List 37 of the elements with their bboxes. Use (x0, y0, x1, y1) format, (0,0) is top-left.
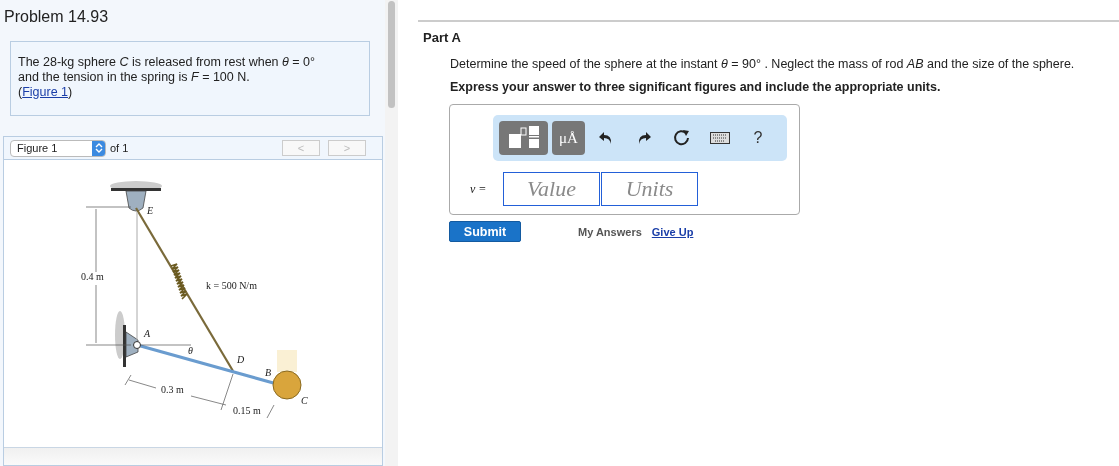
figure-label: D (237, 354, 245, 365)
parenthesis: ( (18, 85, 23, 99)
statement-text: The 28-kg sphere C is released from rest when θ = 0° (18, 55, 316, 70)
chevron-icon (92, 140, 105, 156)
keyboard-icon (710, 132, 730, 144)
figure-label: 0.3 m (161, 384, 184, 395)
redo-icon (636, 131, 652, 145)
problem-title: Problem 14.93 (3, 7, 110, 27)
figure-link[interactable]: Figure 1 (22, 85, 69, 99)
undo-icon (598, 131, 614, 145)
value-field[interactable]: Value (503, 172, 600, 206)
figure-label: B (265, 367, 272, 378)
part-title: Part A (423, 30, 462, 45)
units-field[interactable]: Units (601, 172, 698, 206)
give-up-link[interactable]: Give Up (651, 225, 694, 238)
symbols-button[interactable]: μÅ (552, 121, 585, 155)
figure-label: θ (188, 345, 193, 356)
question-text: Determine the speed of the sphere at the instant θ = 90° . Neglect the mass of rod AB and the size of the sphere. (450, 57, 1076, 71)
statement-text: and the tension in the spring is F = 100 N. (18, 70, 251, 85)
my-answers-label: My Answers (578, 225, 642, 238)
submit-button[interactable]: Submit (449, 221, 521, 242)
variable-label: v = (469, 181, 488, 197)
figure-label: 0.15 m (233, 405, 261, 416)
instruction-text: Express your answer to three significant figures and include the appropriate units. (450, 80, 942, 94)
figure-select[interactable]: Figure 1 (10, 139, 106, 157)
templates-button[interactable] (499, 121, 548, 155)
figure-label: E (147, 205, 154, 216)
help-button[interactable]: ? (741, 123, 775, 153)
figure-label: 0.4 m (81, 271, 104, 282)
reset-icon (673, 129, 691, 147)
figure-label: A (144, 328, 151, 339)
figure-label: k = 500 N/m (206, 280, 257, 291)
figure-label: C (301, 395, 308, 406)
scrollbar-thumb[interactable] (388, 1, 395, 108)
parenthesis: ) (68, 85, 73, 99)
figure-count: of 1 (110, 142, 129, 154)
templates-icon (506, 123, 541, 150)
